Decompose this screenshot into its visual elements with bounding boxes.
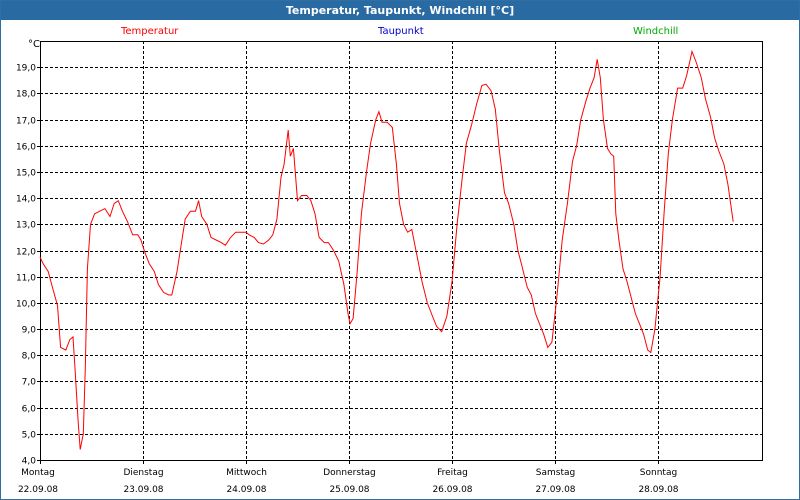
x-axis: Montag 22.09.08 Dienstag 23.09.08 Mittwoch 24… xyxy=(18,460,679,495)
y-tick-label: 17,0 xyxy=(16,117,36,127)
x-day-label: Samstag xyxy=(536,468,575,478)
line-chart: 4,0 5,0 6,0 7,0 8,0 9,0 10,0 11,0 12,0 13,0 14,0 15… xyxy=(16,41,763,495)
y-tick-label: 4,0 xyxy=(22,457,37,467)
x-date-label: 26.09.08 xyxy=(432,485,472,495)
y-tick-label: 13,0 xyxy=(16,221,36,231)
y-tick-label: 12,0 xyxy=(16,248,36,258)
x-date-label: 23.09.08 xyxy=(123,485,163,495)
y-tick-label: 19,0 xyxy=(16,64,36,74)
y-axis: 4,0 5,0 6,0 7,0 8,0 9,0 10,0 11,0 12,0 13,0 14,0 15… xyxy=(16,64,40,467)
x-day-label: Sonntag xyxy=(640,468,677,478)
x-date-label: 28.09.08 xyxy=(638,485,678,495)
y-tick-label: 7,0 xyxy=(22,378,37,388)
x-day-label: Montag xyxy=(21,468,55,478)
y-tick-label: 10,0 xyxy=(16,300,36,310)
x-day-label: Freitag xyxy=(437,468,468,478)
y-tick-label: 11,0 xyxy=(16,274,36,284)
y-tick-label: 15,0 xyxy=(16,169,36,179)
y-tick-label: 9,0 xyxy=(22,326,37,336)
y-tick-label: 8,0 xyxy=(22,352,37,362)
grid xyxy=(40,41,762,460)
x-day-label: Mittwoch xyxy=(226,468,267,478)
y-tick-label: 16,0 xyxy=(16,143,36,153)
x-date-label: 25.09.08 xyxy=(329,485,369,495)
y-tick-label: 5,0 xyxy=(22,431,37,441)
x-day-label: Dienstag xyxy=(123,468,163,478)
x-date-label: 22.09.08 xyxy=(18,485,58,495)
x-date-label: 24.09.08 xyxy=(226,485,266,495)
y-tick-label: 18,0 xyxy=(16,90,36,100)
x-day-label: Donnerstag xyxy=(323,468,376,478)
y-tick-label: 14,0 xyxy=(16,195,36,205)
x-date-label: 27.09.08 xyxy=(535,485,575,495)
y-tick-label: 6,0 xyxy=(22,405,37,415)
